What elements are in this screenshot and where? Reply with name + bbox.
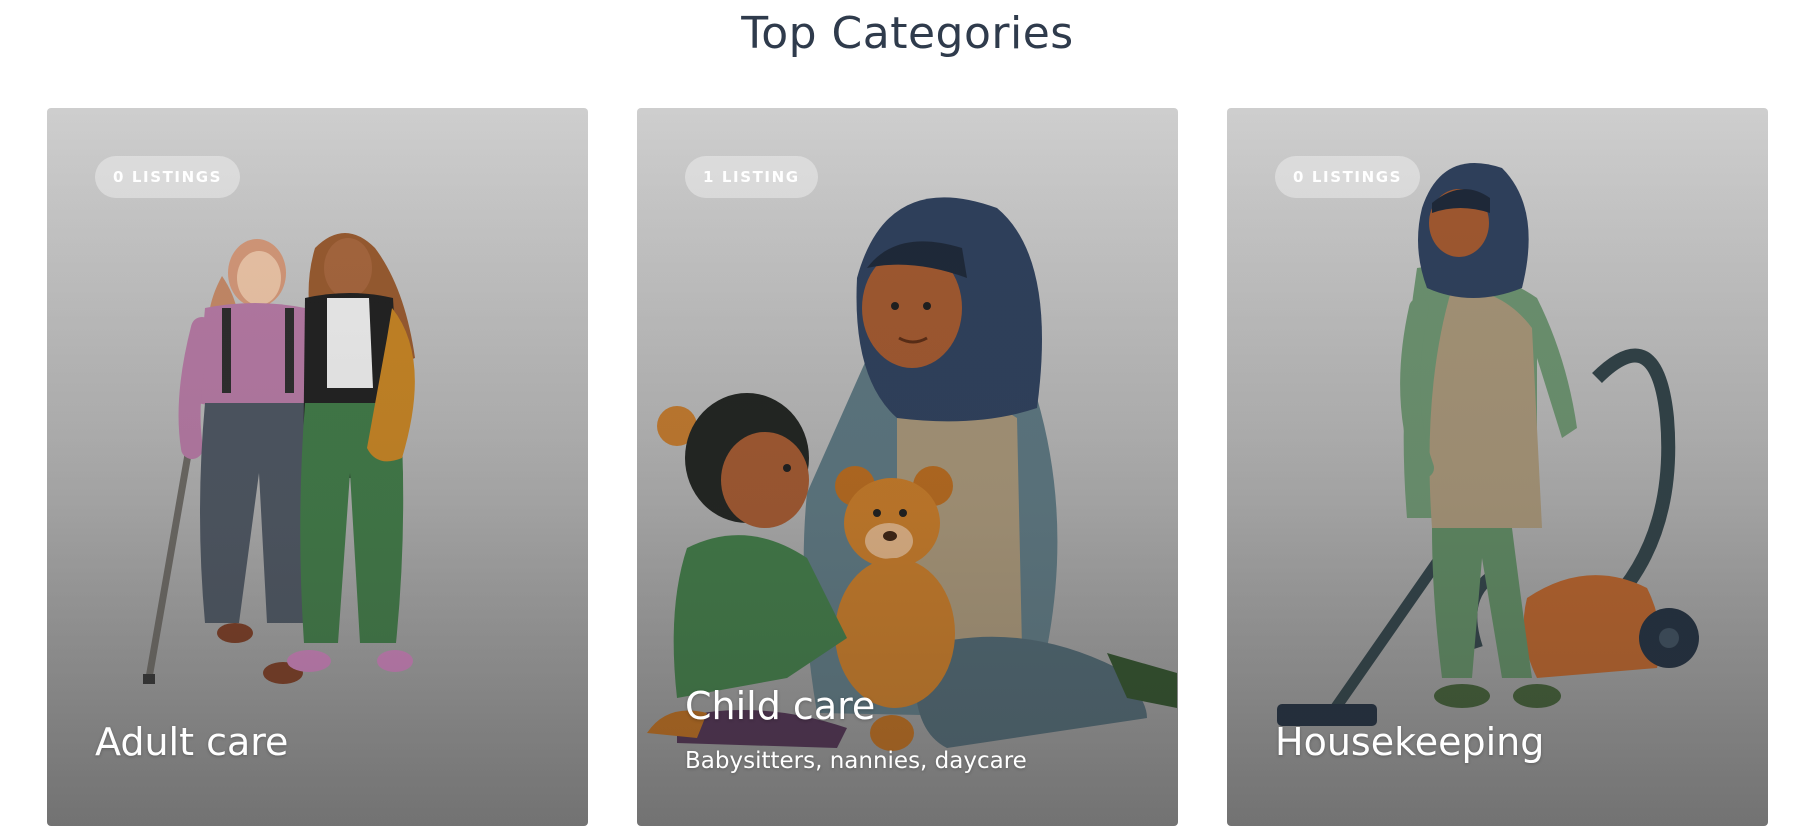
housekeeping-illustration	[1277, 163, 1699, 726]
category-card-child-care[interactable]: 1 LISTING Child care Babysitters, nannie…	[637, 108, 1178, 826]
category-card-adult-care[interactable]: 0 LISTINGS Adult care	[47, 108, 588, 826]
section-title: Top Categories	[741, 8, 1074, 59]
page: Top Categories 0 LISTINGS Adult care 1 L…	[0, 0, 1815, 835]
adult-care-illustration	[143, 233, 415, 684]
card-title: Adult care	[95, 720, 289, 764]
card-title: Housekeeping	[1275, 720, 1545, 764]
card-subtitle: Babysitters, nannies, daycare	[685, 748, 1027, 774]
listing-count-badge: 0 LISTINGS	[1275, 156, 1421, 198]
category-card-housekeeping[interactable]: 0 LISTINGS Housekeeping	[1227, 108, 1768, 826]
listing-count-badge: 1 LISTING	[685, 156, 818, 198]
category-cards: 0 LISTINGS Adult care 1 LISTING Child ca…	[47, 108, 1769, 826]
listing-count-badge: 0 LISTINGS	[95, 156, 241, 198]
card-title: Child care	[685, 684, 876, 728]
